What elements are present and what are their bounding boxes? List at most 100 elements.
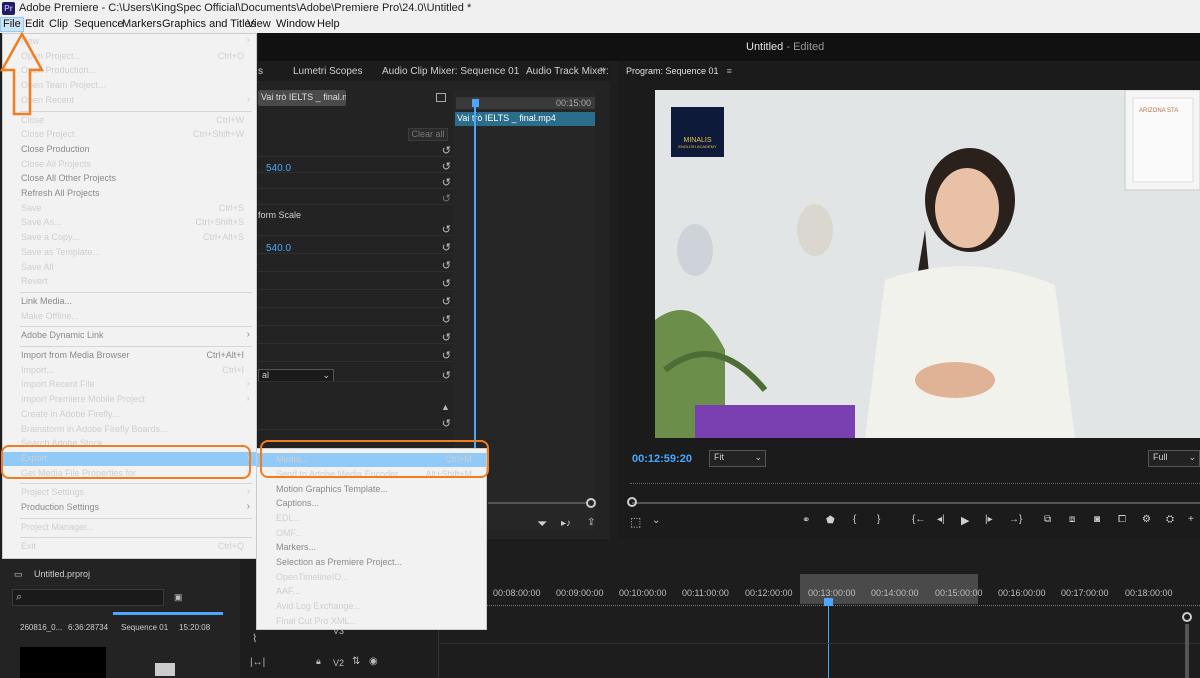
timeline-zoom-handle[interactable] [1182,612,1192,622]
step-back-icon[interactable]: ◂| [937,514,945,525]
mini-clip-bar[interactable]: Vai trò IELTS _ final.mp4 [455,112,595,126]
mini-playhead-handle[interactable] [472,99,479,107]
overwrite-icon[interactable]: ⧈ [1069,514,1075,525]
eye-icon[interactable]: ◉ [369,656,378,667]
play-clip-icon[interactable]: ▸♪ [561,518,571,529]
export-menu-item-omf[interactable]: OMF... [257,527,486,541]
reset-icon[interactable]: ↺ [442,369,451,382]
clip-thumbnail[interactable] [20,647,106,678]
fit-dropdown[interactable]: Fit ⌄ [709,450,766,467]
play-icon[interactable]: ▶ [961,514,969,527]
razor-tool-icon[interactable]: ⌇ [252,632,257,645]
zoom-handle[interactable] [586,498,596,508]
export-menu-item-edl[interactable]: EDL... [257,512,486,526]
sync-icon[interactable]: ⇅ [352,656,360,667]
reset-icon[interactable]: ↺ [442,349,451,362]
sequence-item-name[interactable]: Sequence 01 [121,623,168,632]
export-menu-item-avid-log-exchange[interactable]: Avid Log Exchange... [257,600,486,614]
file-menu-item-revert[interactable]: Revert [3,275,256,289]
filter-icon[interactable]: ⏷ [537,516,547,532]
reset-icon[interactable]: ↺ [442,417,451,430]
reset-icon[interactable]: ↺ [442,144,451,157]
go-to-in-icon[interactable]: {← [912,514,925,525]
export-frame-icon[interactable]: ⇪ [587,517,595,528]
collapse-icon[interactable]: ▲ [441,402,450,412]
program-timecode[interactable]: 00:12:59:20 [632,453,692,465]
export-menu-item-aaf[interactable]: AAF... [257,585,486,599]
go-to-out-icon[interactable]: →} [1009,514,1022,525]
timeline-scrollbar[interactable] [1185,624,1189,678]
menu-markers[interactable]: Markers [122,18,162,30]
export-menu-item-opentimelineio[interactable]: OpenTimelineIO... [257,571,486,585]
vr-icon[interactable]: ⚙ [1142,514,1151,525]
menu-sequence[interactable]: Sequence [74,18,124,30]
marker-icon[interactable]: ⬟ [826,515,835,526]
menu-edit[interactable]: Edit [25,18,44,30]
reset-icon[interactable]: ↺ [442,295,451,308]
slip-tool-icon[interactable]: |↔| [250,657,265,668]
reset-icon[interactable]: ↺ [442,331,451,344]
file-menu-item-import-recent-file[interactable]: Import Recent File › [3,378,256,392]
reset-icon[interactable]: ↺ [442,259,451,272]
monitor-scroll[interactable] [632,502,1200,504]
mark-out-icon[interactable]: } [877,514,880,525]
reset-icon[interactable]: ↺ [442,277,451,290]
chevron-down-icon[interactable]: ⌄ [652,515,660,526]
file-menu-item-brainstorm-in-adobe-firefly-boards[interactable]: Brainstorm in Adobe Firefly Boards... [3,423,256,437]
quality-dropdown[interactable]: Full ⌄ [1148,450,1200,467]
file-menu-item-exit[interactable]: Exit Ctrl+Q [3,540,256,554]
menu-graphics[interactable]: Graphics and Titles [162,18,256,30]
file-menu-item-close-project[interactable]: Close Project Ctrl+Shift+W [3,128,256,142]
lock-icon[interactable]: 🔒︎ [316,656,321,667]
add-button-icon[interactable]: + [1188,514,1194,525]
export-menu-item-final-cut-pro-xml[interactable]: Final Cut Pro XML... [257,615,486,629]
new-bin-icon[interactable]: ▣ [174,592,183,603]
camera-icon[interactable]: ◙ [1094,514,1100,525]
panel-menu-icon[interactable] [436,93,446,102]
tab-audio-track-mixer[interactable]: Audio Track Mixer: [526,66,609,77]
reset-icon[interactable]: ↺ [442,223,451,236]
clear-all-button[interactable]: Clear all [408,128,448,141]
insert-icon[interactable]: ⧉ [1044,514,1051,525]
clip-name-tab[interactable]: Vai trò IELTS _ final.mp4 [258,90,346,106]
menu-clip[interactable]: Clip [49,18,68,30]
menu-help[interactable]: Help [317,18,340,30]
tab-audio-clip-mixer[interactable]: Audio Clip Mixer: Sequence 01 [382,66,519,77]
reset-icon[interactable]: ↺ [442,176,451,189]
position-value[interactable]: 540.0 [266,163,291,174]
file-menu-item-save-as[interactable]: Save As... Ctrl+Shift+S [3,216,256,230]
settings-icon[interactable]: ⛭ [1166,514,1174,525]
panel-overflow-icon[interactable]: » [600,64,606,75]
file-menu-item-save-a-copy[interactable]: Save a Copy... Ctrl+Alt+S [3,231,256,245]
tab-effect-controls[interactable]: s [258,66,263,77]
step-forward-icon[interactable]: |▸ [985,514,993,525]
safe-margins-icon[interactable]: ⬚ [630,515,641,529]
mark-in-icon[interactable]: { [853,514,856,525]
file-menu-item-close-all-projects[interactable]: Close All Projects [3,158,256,172]
tab-lumetri-scopes[interactable]: Lumetri Scopes [293,66,362,77]
menu-view[interactable]: View [247,18,271,30]
file-menu-item-project-settings[interactable]: Project Settings › [3,486,256,500]
lift-icon[interactable]: ⚭ [802,515,810,526]
project-item-name[interactable]: 260816_0... [20,623,62,632]
reset-icon[interactable]: ↺ [442,241,451,254]
file-menu-item-import[interactable]: Import... Ctrl+I [3,364,256,378]
timeline-playhead[interactable] [828,600,829,678]
sequence-thumbnail-icon[interactable] [155,663,175,676]
file-menu-item-save-as-template[interactable]: Save as Template... [3,246,256,260]
file-menu-item-project-manager[interactable]: Project Manager... [3,521,256,535]
menu-window[interactable]: Window [276,18,315,30]
file-menu-item-save-all[interactable]: Save All [3,261,256,275]
panel-menu-icon[interactable]: ≡ [727,66,732,76]
compare-icon[interactable]: ⧠ [1118,514,1126,525]
file-menu-item-create-in-adobe-firefly[interactable]: Create in Adobe Firefly... [3,408,256,422]
file-menu-item-save[interactable]: Save Ctrl+S [3,202,256,216]
zoom-bar[interactable] [488,502,586,504]
program-tab[interactable]: Program: Sequence 01 ≡ [626,66,732,76]
reset-icon[interactable]: ↺ [442,160,451,173]
file-menu-item-make-offline[interactable]: Make Offline... [3,310,256,324]
file-menu-item-import-premiere-mobile-project[interactable]: Import Premiere Mobile Project › [3,393,256,407]
monitor-zoom-handle[interactable] [627,497,637,507]
project-search-input[interactable]: ⌕ [12,589,164,606]
track-label-v2[interactable]: V2 [333,658,344,668]
